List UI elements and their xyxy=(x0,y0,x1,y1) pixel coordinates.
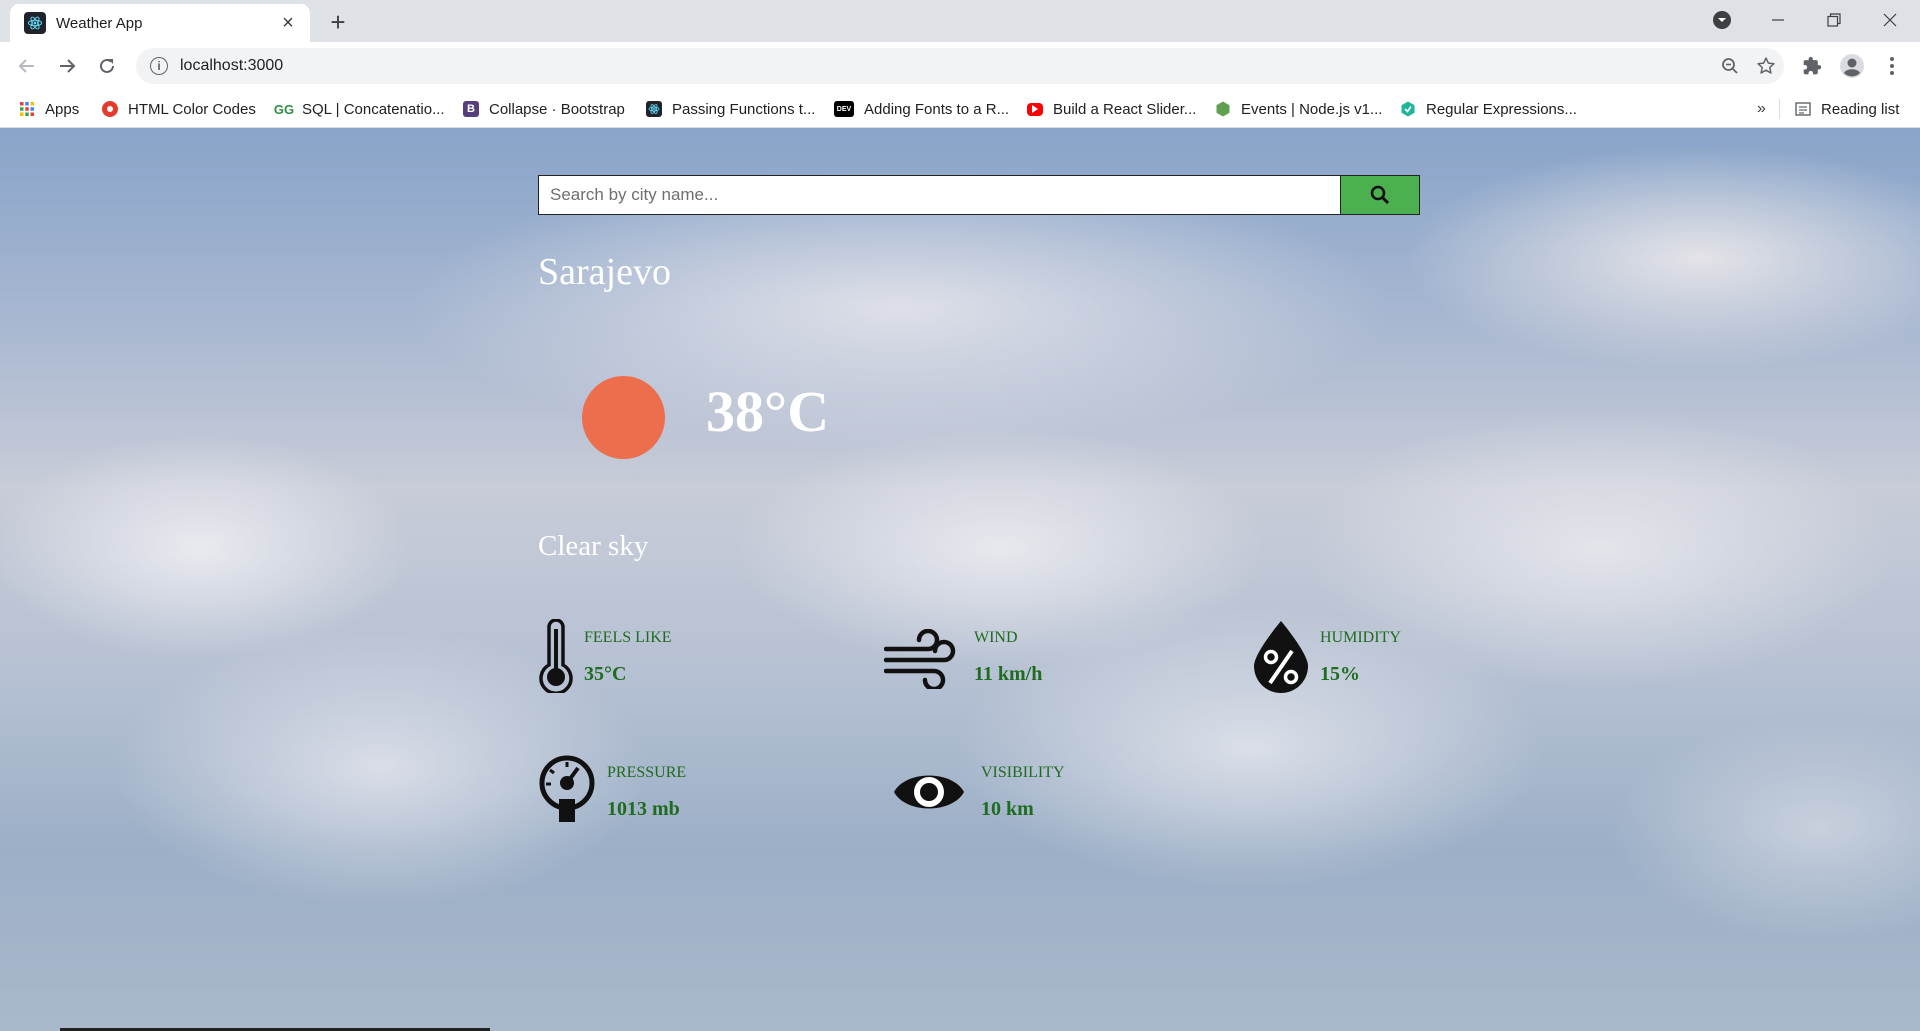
feels-like-stat: FEELS LIKE 35°C xyxy=(538,619,672,693)
bookmark-label: Apps xyxy=(45,100,80,118)
pressure-text: PRESSURE 1013 mb xyxy=(607,754,686,821)
profile-avatar-icon[interactable] xyxy=(1836,50,1868,82)
bookmark-html-color-codes[interactable]: HTML Color Codes xyxy=(102,97,256,121)
wind-icon xyxy=(884,629,956,689)
wind-label: WIND xyxy=(974,629,1018,646)
arrow-right-icon xyxy=(60,59,76,73)
bookmark-star-icon[interactable] xyxy=(1748,48,1784,84)
bookmark-label: Adding Fonts to a R... xyxy=(864,100,1010,118)
humidity-stat: HUMIDITY 15% xyxy=(1252,619,1401,693)
extensions-puzzle-icon[interactable] xyxy=(1796,50,1828,82)
apps-grid-icon xyxy=(19,101,35,117)
search-icon xyxy=(1370,185,1390,205)
bootstrap-icon: B xyxy=(463,101,479,117)
geeksforgeeks-icon: GG xyxy=(273,101,295,117)
close-tab-icon[interactable]: × xyxy=(276,11,300,35)
reading-list-icon xyxy=(1795,101,1811,117)
react-icon xyxy=(646,101,662,117)
tab-title: Weather App xyxy=(56,14,143,32)
wind-value: 11 km/h xyxy=(974,663,1043,685)
youtube-icon xyxy=(1027,102,1043,116)
browser-tabstrip: Weather App × + xyxy=(0,0,1920,42)
weather-page: Sarajevo 38°C Clear sky FEELS LIKE 35°C xyxy=(0,128,1920,1031)
weather-description: Clear sky xyxy=(538,530,649,562)
bookmarks-divider xyxy=(1779,99,1780,119)
search-bar xyxy=(538,175,1420,215)
clear-sky-sun-icon xyxy=(582,376,665,459)
bookmarks-overflow-button[interactable]: » xyxy=(1757,97,1766,121)
restore-button[interactable] xyxy=(1808,2,1860,38)
pressure-gauge-icon xyxy=(539,755,595,822)
bookmark-label: HTML Color Codes xyxy=(128,100,256,118)
site-info-icon[interactable]: i xyxy=(150,57,168,75)
search-button[interactable] xyxy=(1341,175,1420,215)
bookmark-label: Events | Node.js v1... xyxy=(1241,100,1383,118)
browser-tab-weather-app[interactable]: Weather App × xyxy=(10,4,310,42)
bookmark-label: Build a React Slider... xyxy=(1053,100,1197,118)
bookmark-label: Regular Expressions... xyxy=(1426,100,1577,118)
thermometer-icon xyxy=(539,619,573,693)
bookmark-label: Passing Functions t... xyxy=(672,100,816,118)
regex-icon xyxy=(1400,101,1416,117)
city-name: Sarajevo xyxy=(538,251,671,293)
minimize-icon xyxy=(1772,19,1784,21)
eye-icon xyxy=(894,775,964,809)
browser-menu-icon[interactable] xyxy=(1876,50,1908,82)
new-tab-button[interactable]: + xyxy=(324,7,352,37)
bookmark-regular-expressions[interactable]: Regular Expressions... xyxy=(1400,97,1577,121)
visibility-value: 10 km xyxy=(981,798,1034,820)
zoom-out-icon[interactable] xyxy=(1712,48,1748,84)
visibility-label: VISIBILITY xyxy=(981,764,1065,781)
forward-button[interactable] xyxy=(51,50,83,82)
address-bar[interactable]: i localhost:3000 xyxy=(136,48,1784,84)
humidity-drop-icon xyxy=(1254,621,1308,693)
visibility-stat: VISIBILITY 10 km xyxy=(892,764,1065,821)
reading-list-label: Reading list xyxy=(1821,100,1900,118)
bookmark-apps[interactable]: Apps xyxy=(19,97,79,121)
dev-icon: DEV xyxy=(834,101,854,117)
html-color-codes-icon xyxy=(102,101,118,117)
chevron-down-circle-icon xyxy=(1713,11,1731,29)
tab-search-button[interactable] xyxy=(1696,2,1748,38)
react-icon xyxy=(24,12,46,34)
minimize-button[interactable] xyxy=(1752,2,1804,38)
reload-button[interactable] xyxy=(91,50,123,82)
humidity-label: HUMIDITY xyxy=(1320,629,1401,646)
pressure-value: 1013 mb xyxy=(607,798,680,820)
browser-toolbar: i localhost:3000 xyxy=(0,42,1920,89)
city-search-input[interactable] xyxy=(538,175,1341,215)
arrow-left-icon xyxy=(18,59,34,73)
wind-stat: WIND 11 km/h xyxy=(884,629,1042,689)
feels-like-label: FEELS LIKE xyxy=(584,629,672,646)
feels-like-text: FEELS LIKE 35°C xyxy=(584,619,672,686)
bookmark-react-slider[interactable]: Build a React Slider... xyxy=(1027,97,1196,121)
address-url: localhost:3000 xyxy=(180,57,284,74)
restore-icon xyxy=(1827,13,1841,27)
pressure-label: PRESSURE xyxy=(607,764,687,781)
humidity-text: HUMIDITY 15% xyxy=(1320,619,1401,686)
nodejs-icon xyxy=(1215,101,1231,117)
bookmark-label: Collapse · Bootstrap xyxy=(489,100,625,118)
close-window-button[interactable] xyxy=(1864,2,1916,38)
pressure-stat: PRESSURE 1013 mb xyxy=(538,754,686,824)
back-button[interactable] xyxy=(11,50,43,82)
reading-list-button[interactable]: Reading list xyxy=(1795,97,1899,121)
bookmark-sql-concatenation[interactable]: GG SQL | Concatenatio... xyxy=(273,97,445,121)
bookmark-label: SQL | Concatenatio... xyxy=(302,100,445,118)
bookmark-passing-functions[interactable]: Passing Functions t... xyxy=(646,97,815,121)
feels-like-value: 35°C xyxy=(584,663,627,685)
current-temperature: 38°C xyxy=(706,379,830,444)
bookmark-adding-fonts[interactable]: DEV Adding Fonts to a R... xyxy=(834,97,1009,121)
bookmark-collapse-bootstrap[interactable]: B Collapse · Bootstrap xyxy=(463,97,625,121)
wind-text: WIND 11 km/h xyxy=(974,619,1042,686)
visibility-text: VISIBILITY 10 km xyxy=(981,754,1065,821)
bookmark-nodejs-events[interactable]: Events | Node.js v1... xyxy=(1215,97,1382,121)
bookmarks-bar: Apps HTML Color Codes GG SQL | Concatena… xyxy=(0,89,1920,128)
reload-icon xyxy=(100,58,114,73)
close-icon xyxy=(1883,13,1897,27)
humidity-value: 15% xyxy=(1320,663,1360,685)
